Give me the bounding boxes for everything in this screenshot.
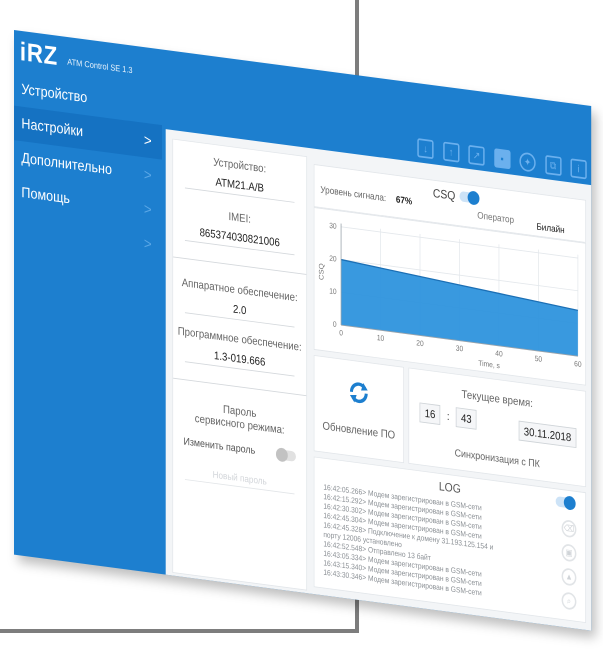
gear-icon[interactable]: ✦ [519, 151, 536, 173]
hours-field[interactable]: 16 [419, 402, 441, 426]
operator-value: Билайн [536, 221, 565, 236]
chevron-right-icon: > [143, 200, 152, 219]
copy-icon[interactable]: ⧉ [544, 154, 562, 177]
sidebar-item-label: Настройки [21, 115, 84, 140]
x-tick-label: 0 [339, 328, 343, 338]
y-tick-label: 10 [329, 286, 336, 297]
chevron-right-icon: > [143, 234, 152, 253]
sidebar-item-label: Помощь [21, 184, 70, 207]
chevron-right-icon: > [143, 165, 152, 185]
upload-icon[interactable]: ↑ [443, 141, 460, 163]
time-separator: : [446, 409, 450, 423]
alert-icon[interactable]: ▲ [561, 567, 577, 587]
update-panel: Обновление ПО [313, 354, 404, 464]
sidebar-item-label: Устройство [21, 80, 88, 106]
search-icon[interactable]: ⌕ [561, 591, 577, 611]
x-tick-label: 20 [416, 338, 423, 349]
device-info-panel: Устройство: ATM21.A/B IMEI: 865374030821… [172, 138, 308, 591]
save-log-icon[interactable]: ▣ [561, 543, 577, 563]
x-tick-label: 60 [574, 359, 581, 370]
x-axis-label: Time, s [478, 358, 500, 370]
x-tick-label: 50 [535, 353, 542, 364]
download-icon[interactable]: ↓ [417, 138, 434, 160]
x-tick-label: 30 [456, 343, 463, 354]
delete-log-icon[interactable]: ⌫ [561, 519, 577, 539]
y-tick-label: 0 [333, 319, 337, 329]
csq-toggle[interactable] [459, 190, 480, 206]
minutes-field[interactable]: 43 [455, 407, 477, 430]
y-tick-label: 30 [329, 220, 336, 231]
date-field[interactable]: 30.11.2018 [518, 420, 577, 449]
chevron-right-icon: > [143, 131, 152, 150]
sidebar-menu: Устройство Настройки > Дополнительно > П… [14, 71, 162, 262]
signal-level-label: Уровень сигнала: [320, 184, 387, 204]
log-list: 16:42:05.266> Модем зарегистрирован в GS… [323, 483, 493, 600]
external-link-icon[interactable]: ↗ [468, 144, 485, 166]
app-scene: iRZ ATM Control SE 1.3 Устройство Настро… [14, 30, 592, 639]
y-tick-label: 20 [329, 253, 336, 264]
x-tick-label: 10 [377, 333, 384, 344]
csq-label: CSQ [432, 185, 456, 203]
save-icon[interactable]: ▪ [493, 148, 511, 170]
signal-level-value: 67% [395, 194, 413, 208]
background-frame-bottom [0, 629, 359, 633]
sidebar-item-label: Дополнительно [21, 149, 112, 178]
change-password-toggle[interactable] [275, 447, 296, 463]
y-axis-label: CSQ [317, 262, 325, 280]
x-tick-label: 40 [495, 348, 502, 359]
app-title: ATM Control SE 1.3 [67, 57, 133, 76]
refresh-icon[interactable] [346, 376, 373, 410]
operator-label: Оператор [477, 210, 515, 226]
irz-logo: iRZ [19, 37, 58, 72]
update-firmware-label: Обновление ПО [322, 418, 396, 442]
info-icon[interactable]: i [570, 158, 587, 180]
